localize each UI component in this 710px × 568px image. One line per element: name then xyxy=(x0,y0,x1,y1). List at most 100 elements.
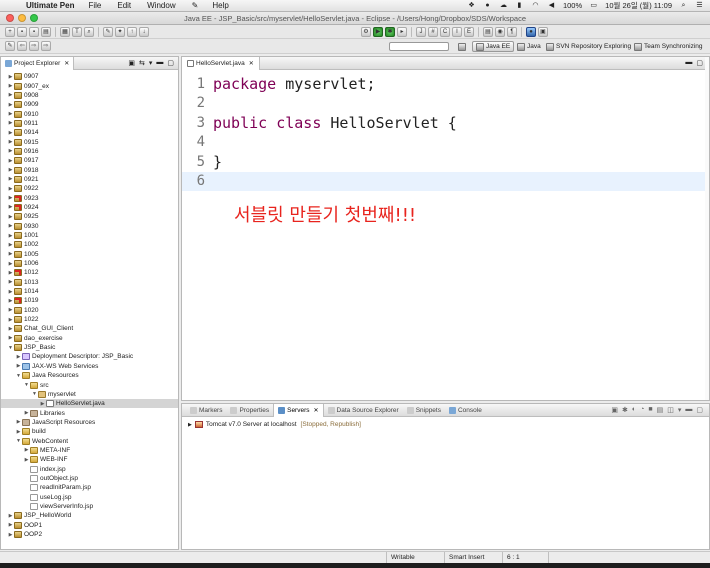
tree-item-selected[interactable]: ▶ HelloServlet.java xyxy=(1,399,178,409)
collapsed-arrow-icon[interactable]: ▶ xyxy=(7,176,14,182)
tree-item[interactable]: ▶ 0930 xyxy=(1,222,178,231)
tree-item[interactable]: ▶ OOP2 xyxy=(1,530,178,539)
new-icon[interactable]: + xyxy=(5,26,15,37)
collapsed-arrow-icon[interactable]: ▶ xyxy=(7,204,14,210)
collapsed-arrow-icon[interactable]: ▶ xyxy=(23,410,30,416)
tree-item[interactable]: ▶ 1012 xyxy=(1,268,178,277)
tab-helloservlet-java[interactable]: HelloServlet.java ✕ xyxy=(182,56,260,70)
tree-item[interactable]: ▶ Chat_GUI_Client xyxy=(1,324,178,333)
collapsed-arrow-icon[interactable]: ▶ xyxy=(7,167,14,173)
new-class-icon[interactable]: C xyxy=(440,26,450,37)
tree-item[interactable]: ▶ 1020 xyxy=(1,306,178,315)
new-enum-icon[interactable]: E xyxy=(464,26,474,37)
collapsed-arrow-icon[interactable]: ▶ xyxy=(7,195,14,201)
tree-item[interactable]: ▶ WEB-INF xyxy=(1,455,178,464)
tree-item[interactable]: ▶ build xyxy=(1,427,178,436)
expanded-arrow-icon[interactable]: ▼ xyxy=(15,438,22,444)
perspective-svn[interactable]: SVN Repository Exploring xyxy=(543,41,634,52)
web-browser-icon[interactable]: ◉ xyxy=(495,26,505,37)
tree-item[interactable]: outObject.jsp xyxy=(1,474,178,483)
tab-servers[interactable]: Servers ✕ xyxy=(273,403,324,417)
tree-item[interactable]: ▼ WebContent xyxy=(1,436,178,445)
code-line[interactable]: 5} xyxy=(182,152,709,172)
collapsed-arrow-icon[interactable]: ▶ xyxy=(7,130,14,136)
annotation-prev-icon[interactable]: ↑ xyxy=(127,26,137,37)
perspective-java[interactable]: Java xyxy=(514,41,544,52)
maximize-icon[interactable]: ▢ xyxy=(167,59,174,67)
tab-project-explorer[interactable]: Project Explorer ✕ xyxy=(1,56,75,70)
publish-icon[interactable]: ▤ xyxy=(657,406,664,414)
collapsed-arrow-icon[interactable]: ▶ xyxy=(7,513,14,519)
tree-item[interactable]: ▶ 0908 xyxy=(1,91,178,100)
code-line[interactable]: 1 package myservlet; xyxy=(182,74,709,94)
server-row[interactable]: ▶ Tomcat v7.0 Server at localhost [Stopp… xyxy=(182,417,709,428)
tab-snippets[interactable]: Snippets xyxy=(403,404,445,417)
app-menu[interactable]: Ultimate Pen xyxy=(26,1,74,10)
tree-item[interactable]: ▶ JavaScript Resources xyxy=(1,418,178,427)
globe-icon[interactable]: ● xyxy=(526,26,536,37)
expanded-arrow-icon[interactable]: ▼ xyxy=(7,345,14,351)
annotation-icon[interactable]: ✦ xyxy=(115,26,125,37)
collapsed-arrow-icon[interactable]: ▶ xyxy=(7,120,14,126)
collapsed-arrow-icon[interactable]: ▶ xyxy=(15,354,22,360)
code-line-current[interactable]: 6 xyxy=(182,171,709,191)
back-dropdown-icon[interactable]: ⇦ xyxy=(17,41,27,51)
tab-properties[interactable]: Properties xyxy=(226,404,273,417)
tree-item[interactable]: ▶ 0924 xyxy=(1,203,178,212)
collapsed-arrow-icon[interactable]: ▶ xyxy=(7,102,14,108)
debug-icon[interactable]: ✱ xyxy=(385,26,395,37)
tree-item[interactable]: ▶ 1014 xyxy=(1,287,178,296)
collapsed-arrow-icon[interactable]: ▶ xyxy=(7,83,14,89)
volume-icon[interactable]: ◀ xyxy=(547,2,556,10)
print-icon[interactable]: ▤ xyxy=(41,26,51,37)
tree-item[interactable]: ▶ Deployment Descriptor: JSP_Basic xyxy=(1,352,178,361)
tree-item[interactable]: ▶ 0907_ex xyxy=(1,81,178,90)
collapsed-arrow-icon[interactable]: ▶ xyxy=(7,298,14,304)
code-line[interactable]: 3 public class HelloServlet { xyxy=(182,113,709,133)
project-tree[interactable]: ▶ 0907 ▶ 0907_ex ▶ 0908 ▶ 0909 ▶ 0910 ▶ 0911 ▶ 0914 ▶ 0… xyxy=(1,72,178,549)
tree-item[interactable]: ▶ 1019 xyxy=(1,296,178,305)
collapsed-arrow-icon[interactable]: ▶ xyxy=(7,214,14,220)
tree-item[interactable]: ▶ 1001 xyxy=(1,231,178,240)
tree-item[interactable]: ▶ Libraries xyxy=(1,408,178,417)
clock[interactable]: 10월 26일 (월) 11:09 xyxy=(605,0,672,11)
tab-data-source-explorer[interactable]: Data Source Explorer xyxy=(324,404,403,417)
open-task-icon[interactable]: ▤ xyxy=(483,26,493,37)
open-perspective-icon[interactable] xyxy=(455,41,471,52)
edit-dropdown-icon[interactable]: ✎ xyxy=(5,41,15,51)
collapsed-arrow-icon[interactable]: ▶ xyxy=(7,522,14,528)
collapsed-arrow-icon[interactable]: ▶ xyxy=(7,223,14,229)
collapse-all-icon[interactable]: ▣ xyxy=(128,59,135,67)
maximize-icon[interactable]: ▢ xyxy=(696,406,703,414)
view-menu-icon[interactable]: ▾ xyxy=(678,406,682,414)
tree-item[interactable]: useLog.jsp xyxy=(1,492,178,501)
perspective-team[interactable]: Team Synchronizing xyxy=(631,41,706,52)
tab-console[interactable]: Console xyxy=(445,404,486,417)
search-icon[interactable]: ⌕ xyxy=(84,26,94,37)
annotation-next-icon[interactable]: ↓ xyxy=(139,26,149,37)
close-icon[interactable]: ✕ xyxy=(249,60,254,67)
tree-item[interactable]: index.jsp xyxy=(1,464,178,473)
expand-arrow-icon[interactable]: ▶ xyxy=(188,422,192,428)
tree-item[interactable]: readInitParam.jsp xyxy=(1,483,178,492)
pilcrow-icon[interactable]: ¶ xyxy=(507,26,517,37)
disconnect-icon[interactable]: ◫ xyxy=(667,406,674,414)
notification-icon[interactable]: ☰ xyxy=(695,2,704,10)
tree-item[interactable]: ▶ 1013 xyxy=(1,278,178,287)
external-tools-icon[interactable]: ▸ xyxy=(397,26,407,37)
new-package-icon[interactable]: # xyxy=(428,26,438,37)
editor-scrollbar[interactable] xyxy=(705,57,709,400)
tree-item[interactable]: viewServerInfo.jsp xyxy=(1,502,178,511)
tree-item[interactable]: ▼ src xyxy=(1,380,178,389)
close-icon[interactable]: ✕ xyxy=(314,407,319,414)
gear-icon[interactable]: ⚙ xyxy=(361,26,371,37)
collapsed-arrow-icon[interactable]: ▶ xyxy=(7,251,14,257)
evernote-icon[interactable]: ● xyxy=(483,2,492,10)
collapsed-arrow-icon[interactable]: ▶ xyxy=(7,158,14,164)
collapsed-arrow-icon[interactable]: ▶ xyxy=(15,363,22,369)
collapsed-arrow-icon[interactable]: ▶ xyxy=(7,261,14,267)
collapsed-arrow-icon[interactable]: ▶ xyxy=(7,532,14,538)
menu-help[interactable]: Help xyxy=(212,1,228,10)
tree-item[interactable]: ▼ JSP_Basic xyxy=(1,343,178,352)
collapsed-arrow-icon[interactable]: ▶ xyxy=(39,401,46,407)
